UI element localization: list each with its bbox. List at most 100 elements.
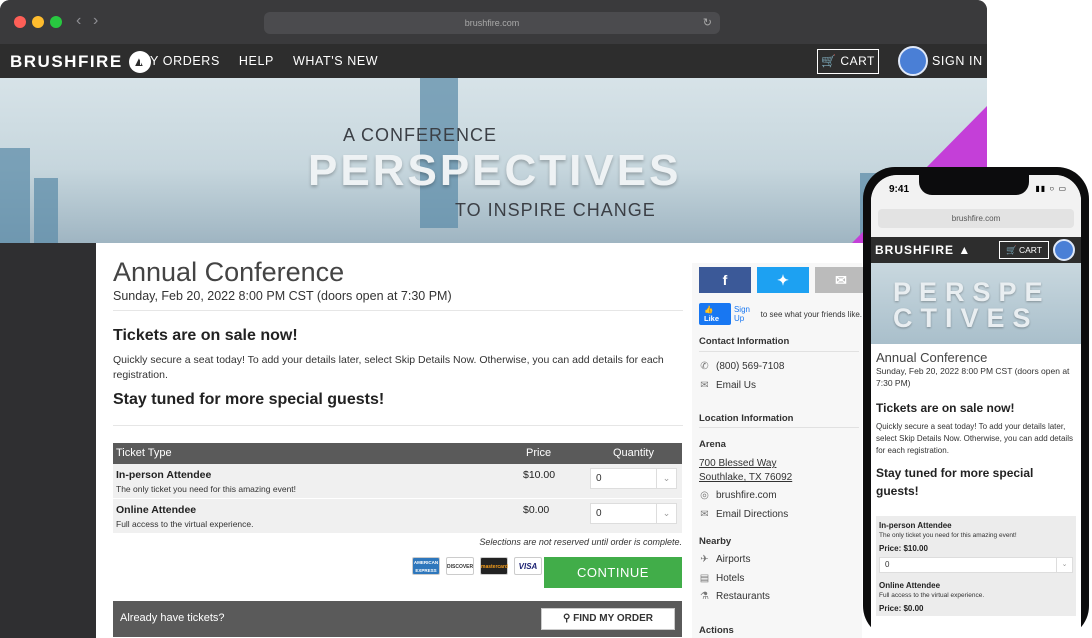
table-row: Online Attendee Full access to the virtu… <box>113 499 682 534</box>
nearby-label[interactable]: Airports <box>716 554 750 565</box>
nearby-label[interactable]: Hotels <box>716 573 744 584</box>
globe-icon: ◎ <box>700 490 709 501</box>
back-arrow-icon[interactable]: ‹ <box>76 12 81 30</box>
cart-icon: 🛒 <box>821 54 837 68</box>
address-url: brushfire.com <box>464 18 520 28</box>
email-share-button[interactable]: ✉ <box>815 267 867 293</box>
skyline-tower <box>0 148 30 243</box>
phone-number: (800) 569-7108 <box>716 361 785 372</box>
event-content: Annual Conference Sunday, Feb 20, 2022 8… <box>96 243 987 638</box>
forward-arrow-icon[interactable]: › <box>93 12 98 30</box>
menu-item-whats-new[interactable]: WHAT'S NEW <box>293 54 378 68</box>
chevron-down-icon: ⌄ <box>656 469 676 488</box>
phone-sale-heading: Tickets are on sale now! <box>876 401 1015 415</box>
guests-heading: Stay tuned for more special guests! <box>113 391 683 426</box>
email-us-link[interactable]: Email Us <box>716 380 756 391</box>
address-line-1[interactable]: 700 Blessed Way <box>699 458 776 469</box>
quantity-select[interactable]: 0 ⌄ <box>590 503 677 524</box>
minimize-window-dot[interactable] <box>32 16 44 28</box>
facebook-share-button[interactable]: f <box>699 267 751 293</box>
quantity-value: 0 <box>596 473 602 484</box>
event-date: Sunday, Feb 20, 2022 8:00 PM CST (doors … <box>113 289 683 311</box>
twitter-share-button[interactable]: ✦ <box>757 267 809 293</box>
phone-hero-line-1: PERSPE <box>893 277 1051 307</box>
website-link[interactable]: brushfire.com <box>716 490 777 501</box>
envelope-icon: ✉ <box>700 509 709 520</box>
directions-item[interactable]: ✉ Email Directions <box>699 509 788 520</box>
avatar[interactable] <box>898 46 928 76</box>
phone-cart-button[interactable]: 🛒 CART <box>999 241 1049 259</box>
email-us-item[interactable]: ✉ Email Us <box>699 380 756 391</box>
phone-time: 9:41 <box>889 184 910 195</box>
phone-ticket-price: Price: $10.00 <box>879 544 928 553</box>
maximize-window-dot[interactable] <box>50 16 62 28</box>
like-signup-link[interactable]: Sign Up <box>734 305 758 323</box>
phone-item: ✆ (800) 569-7108 <box>699 361 784 372</box>
like-text: to see what your friends like. <box>760 309 862 319</box>
sign-in-link[interactable]: SIGN IN <box>932 54 983 68</box>
main-menu: MY ORDERS HELP WHAT'S NEW <box>139 54 378 68</box>
cart-button[interactable]: 🛒 CART <box>817 49 879 74</box>
phone-url-area: brushfire.com <box>871 205 1081 237</box>
ticket-table-header: Ticket Type Price Quantity <box>113 443 682 464</box>
logo-text: BRUSHFIRE <box>10 52 123 71</box>
phone-hero-line-2: CTIVES <box>893 303 1039 333</box>
visa-card-icon: VISA <box>514 557 542 575</box>
browser-window: ‹ › brushfire.com ↻ BRUSHFIRE ▲ MY ORDER… <box>0 0 987 638</box>
menu-item-help[interactable]: HELP <box>239 54 274 68</box>
phone-quantity-select[interactable]: 0 ⌄ <box>879 557 1073 573</box>
phone-hero: PERSPE CTIVES <box>871 263 1081 344</box>
address-bar[interactable]: brushfire.com ↻ <box>264 12 720 34</box>
payment-cards: AMERICAN EXPRESS DISCOVER mastercard VIS… <box>412 557 542 575</box>
utensils-icon: ⚗ <box>700 591 709 602</box>
phone-cart-label: CART <box>1018 245 1042 255</box>
nearby-label[interactable]: Restaurants <box>716 591 770 602</box>
phone-avatar[interactable] <box>1053 239 1075 261</box>
envelope-icon: ✉ <box>835 272 847 288</box>
phone-address-bar[interactable]: brushfire.com <box>878 209 1074 228</box>
bed-icon: ▤ <box>699 573 710 584</box>
phone-event-date: Sunday, Feb 20, 2022 8:00 PM CST (doors … <box>876 366 1070 388</box>
address-line-2[interactable]: Southlake, TX 76092 <box>699 472 792 483</box>
address-link[interactable]: 700 Blessed Way <box>699 458 776 469</box>
already-have-tickets-bar: Already have tickets? ⚲ FIND MY ORDER <box>113 601 682 637</box>
hero-tagline: TO INSPIRE CHANGE <box>455 200 656 220</box>
event-main: Annual Conference Sunday, Feb 20, 2022 8… <box>113 243 683 637</box>
find-my-order-button[interactable]: ⚲ FIND MY ORDER <box>541 608 675 630</box>
event-sidebar: f ✦ ✉ 👍 Like Sign Up to see what your fr… <box>692 263 867 638</box>
amex-card-icon: AMERICAN EXPRESS <box>412 557 440 575</box>
nearby-heading: Nearby <box>699 536 732 547</box>
cart-label: CART <box>840 54 875 68</box>
nearby-airports[interactable]: ✈ Airports <box>699 554 750 565</box>
continue-button[interactable]: CONTINUE <box>544 557 682 588</box>
phone-logo[interactable]: BRUSHFIRE ▲ <box>875 243 971 257</box>
reservation-note: Selections are not reserved until order … <box>479 537 682 547</box>
reload-icon[interactable]: ↻ <box>703 12 712 34</box>
search-icon: ⚲ <box>563 613 571 624</box>
phone-screen: 9:41 ▮▮ ○ ▭ brushfire.com BRUSHFIRE ▲ 🛒 … <box>871 175 1081 638</box>
quantity-select[interactable]: 0 ⌄ <box>590 468 677 489</box>
email-directions-link[interactable]: Email Directions <box>716 509 788 520</box>
nearby-hotels[interactable]: ▤ Hotels <box>699 573 745 584</box>
browser-chrome: ‹ › brushfire.com ↻ <box>0 0 987 44</box>
nearby-restaurants[interactable]: ⚗ Restaurants <box>699 591 770 602</box>
discover-card-icon: DISCOVER <box>446 557 474 575</box>
mastercard-card-icon: mastercard <box>480 557 508 575</box>
website-item[interactable]: ◎ brushfire.com <box>699 490 777 501</box>
actions-heading: Actions <box>699 625 734 636</box>
location-heading: Location Information <box>699 413 794 424</box>
hero-kicker: A CONFERENCE <box>343 125 498 145</box>
header-quantity: Quantity <box>613 447 654 459</box>
phone-hero-title: PERSPE CTIVES <box>893 277 1051 333</box>
like-button[interactable]: 👍 Like <box>699 303 731 325</box>
brushfire-logo[interactable]: BRUSHFIRE ▲ <box>10 51 151 73</box>
address-link[interactable]: Southlake, TX 76092 <box>699 472 792 483</box>
ticket-name: In-person Attendee <box>116 469 212 481</box>
phone-icon: ✆ <box>700 361 709 372</box>
phone-guests-heading: Stay tuned for more special guests! <box>876 466 1034 498</box>
close-window-dot[interactable] <box>14 16 26 28</box>
find-my-order-label: FIND MY ORDER <box>573 613 653 624</box>
sale-description: Quickly secure a seat today! To add your… <box>113 354 664 381</box>
facebook-like-widget: 👍 Like Sign Up to see what your friends … <box>699 303 862 325</box>
menu-item-my-orders[interactable]: MY ORDERS <box>139 54 220 68</box>
